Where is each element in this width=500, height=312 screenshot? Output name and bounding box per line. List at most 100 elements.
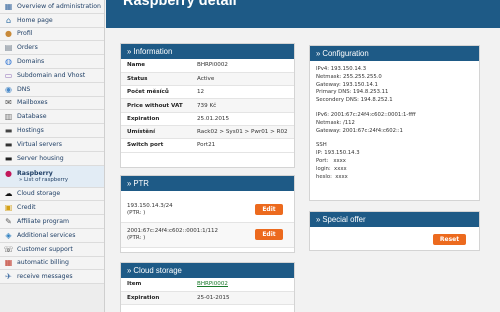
sidebar-item-receive-messages[interactable]: ✈ receive messages (0, 270, 104, 285)
config-line: IPv6: 2001:67c:24f4:c602::0001:1-ffff (316, 111, 416, 118)
table-row: Item BHRPi0002 (121, 278, 294, 292)
page-title: Raspberry detail (123, 0, 237, 9)
sidebar-item-subdomain-and-vhost[interactable]: ▭ Subdomain and Vhost (0, 68, 104, 83)
edit-button[interactable]: Edit (255, 204, 283, 215)
config-line: Netmask: /112 (316, 119, 355, 126)
sidebar-item-label: Raspberry (17, 169, 53, 177)
sidebar-item-label: receive messages (17, 273, 73, 281)
sidebar-item-hostings[interactable]: ▬ Hostings (0, 124, 104, 138)
sidebar-item-virtual-servers[interactable]: ▬ Virtual servers (0, 137, 104, 152)
config-line: SSH (316, 142, 327, 149)
information-table: Name BHRPi0002 Status Active Počet měsíců 12 P… (121, 59, 294, 153)
sidebar-item-orders[interactable]: ▤ Orders (0, 41, 104, 56)
cloud-expiration-value: 25-01-2015 (191, 291, 294, 306)
ptr-row: 193.150.14.3/24 (PTR: ) Edit (121, 198, 294, 223)
sidebar-item-label: Database (17, 113, 47, 121)
sidebar-item-database[interactable]: ▥ Database (0, 110, 104, 125)
sidebar-item-label: Cloud storage (17, 190, 61, 198)
info-key: Status (121, 72, 191, 87)
sidebar-item-automatic-billing[interactable]: ▦ automatic billing (0, 256, 104, 271)
affiliate-icon: ✎ (5, 217, 12, 227)
sidebar-item-label: DNS (17, 85, 31, 93)
sidebar-item-server-housing[interactable]: ▬ Server housing (0, 151, 104, 166)
info-key: Expiration (121, 112, 191, 126)
info-value: 739 Kč (191, 98, 294, 113)
cloud-expiration-key: Expiration (121, 291, 191, 306)
cloud-storage-panel-title: » Cloud storage (121, 263, 294, 278)
info-key: Name (121, 59, 191, 73)
home-icon: ⌂ (5, 15, 12, 25)
sidebar-item-label: Affiliate program (17, 218, 70, 226)
reset-button[interactable]: Reset (433, 234, 466, 245)
sidebar-item-cloud-storage[interactable]: ☁ Cloud storage (0, 187, 104, 202)
ptr-panel-title: » PTR (121, 176, 294, 191)
message-icon: ✈ (5, 272, 12, 282)
sidebar-item-label: Additional services (17, 231, 76, 239)
sidebar-item-raspberry[interactable]: ● Raspberry» List of raspberry (0, 165, 104, 188)
info-value: 25.01.2015 (191, 112, 294, 126)
table-row: Umístění Rack02 > Sys01 > Pwr01 > R02 (121, 125, 294, 140)
config-line: login: xxxx (316, 165, 347, 172)
information-panel: » Information Name BHRPi0002 Status Active Po… (120, 43, 295, 168)
sidebar-item-label: Domains (17, 58, 45, 66)
cloud-item-key: Item (121, 278, 191, 292)
info-value: Active (191, 72, 294, 87)
sidebar-item-label: automatic billing (17, 259, 69, 267)
table-row: Počet měsíců 12 (121, 85, 294, 100)
info-key: Počet měsíců (121, 85, 191, 100)
sidebar-item-label: Mailboxes (17, 99, 48, 107)
table-row: Switch port Port21 (121, 138, 294, 153)
services-icon: ◈ (5, 230, 12, 240)
globe-icon: ◍ (5, 57, 12, 67)
cloud-icon: ☁ (4, 189, 13, 199)
sidebar-item-home-page[interactable]: ⌂ Home page (0, 13, 104, 28)
mail-icon: ✉ (5, 98, 12, 108)
sidebar-item-label: Profil (17, 30, 33, 38)
sidebar-item-dns[interactable]: ◉ DNS (0, 82, 104, 97)
sidebar: ▦ Overview of administration ⌂ Home page ● Pr… (0, 0, 105, 312)
info-value: Rack02 > Sys01 > Pwr01 > R02 (191, 125, 294, 140)
lock-icon: ▣ (4, 203, 13, 213)
sidebar-item-additional-services[interactable]: ◈ Additional services (0, 228, 104, 243)
sidebar-item-label: Orders (17, 44, 38, 52)
ptr-panel: » PTR 193.150.14.3/24 (PTR: ) Edit 2001:6… (120, 175, 295, 253)
rack-icon: ▬ (4, 153, 13, 163)
config-line: Netmask: 255.255.255.0 (316, 73, 382, 80)
table-row: Name BHRPi0002 (121, 59, 294, 73)
info-value: BHRPi0002 (191, 59, 294, 73)
dashboard-icon: ▦ (4, 1, 13, 11)
cloud-item-link[interactable]: BHRPi0002 (197, 281, 228, 287)
info-key: Price without VAT (121, 98, 191, 113)
sidebar-subitem-list-of-raspberry[interactable]: » List of raspberry (19, 177, 68, 183)
info-value: 12 (191, 85, 294, 100)
sidebar-item-credit[interactable]: ▣ Credit (0, 201, 104, 216)
sidebar-item-label: Overview of administration (17, 2, 101, 10)
server-icon: ▬ (4, 139, 13, 149)
edit-button[interactable]: Edit (255, 229, 283, 240)
sidebar-item-label: Customer support (17, 245, 73, 253)
page-header: Raspberry detail (106, 0, 500, 28)
special-offer-panel: » Special offer Reset (309, 211, 480, 251)
dns-icon: ◉ (5, 84, 12, 94)
sidebar-item-profil[interactable]: ● Profil (0, 27, 104, 42)
support-icon: ☏ (3, 244, 14, 254)
config-line: IP: 193.150.14.3 (316, 150, 360, 157)
sidebar-item-mailboxes[interactable]: ✉ Mailboxes (0, 96, 104, 111)
sidebar-item-label: Credit (17, 204, 36, 212)
config-line: IPv4: 193.150.14.3 (316, 66, 367, 72)
sidebar-item-overview-of-administration[interactable]: ▦ Overview of administration (0, 0, 104, 14)
config-line: Gateway: 193.150.14.1 (316, 81, 378, 88)
config-line: Secondery DNS: 194.8.252.1 (316, 97, 393, 104)
sidebar-item-label: Subdomain and Vhost (17, 71, 86, 79)
config-line: heslo: xxxx (316, 173, 348, 180)
table-row: Status Active (121, 72, 294, 87)
sidebar-item-label: Server housing (17, 154, 64, 162)
special-offer-panel-title: » Special offer (310, 212, 479, 227)
sidebar-item-customer-support[interactable]: ☏ Customer support (0, 242, 104, 257)
sidebar-item-affiliate-program[interactable]: ✎ Affiliate program (0, 215, 104, 229)
sidebar-item-label: Home page (17, 16, 53, 24)
subdomain-icon: ▭ (4, 70, 13, 80)
sidebar-item-domains[interactable]: ◍ Domains (0, 55, 104, 69)
